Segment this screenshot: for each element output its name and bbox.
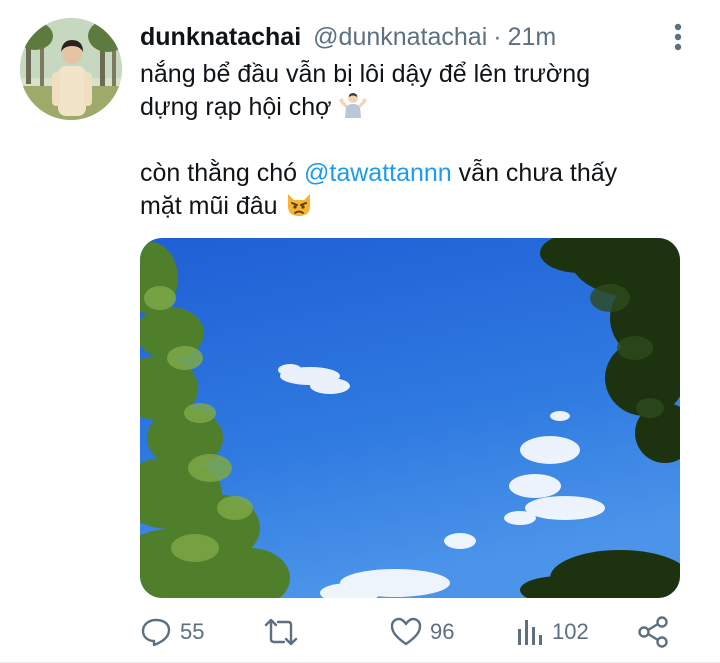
separator-dot: · xyxy=(493,22,502,51)
pouting-cat-icon xyxy=(285,190,313,218)
retweet-icon xyxy=(264,618,298,646)
person-shrugging-icon xyxy=(339,91,367,119)
views-button[interactable]: 102 xyxy=(516,612,589,652)
tweet-text: nắng bể đầu vẫn bị lôi dậy để lên trường… xyxy=(140,58,700,223)
timestamp[interactable]: 21m xyxy=(508,23,557,52)
analytics-icon xyxy=(518,620,542,645)
avatar[interactable] xyxy=(20,18,122,120)
like-button[interactable]: 96 xyxy=(390,612,454,652)
tweet-photo[interactable] xyxy=(140,238,680,598)
tweet-text-fragment: mặt mũi đâu xyxy=(140,192,278,220)
share-button[interactable] xyxy=(636,612,678,652)
reply-count: 55 xyxy=(180,619,205,644)
mention-link[interactable]: @tawattannn xyxy=(304,159,452,187)
tweet-text-line: còn thằng chó @tawattannn vẫn chưa thấy xyxy=(140,157,700,190)
tweet-text-line: nắng bể đầu vẫn bị lôi dậy để lên trường xyxy=(140,60,591,88)
heart-icon xyxy=(390,617,422,646)
reply-button[interactable]: 55 xyxy=(140,612,204,652)
tweet-text-fragment: vẫn chưa thấy xyxy=(451,159,618,187)
user-handle[interactable]: @dunknatachai xyxy=(313,23,487,52)
tweet-text-line: dựng rạp hội chợ xyxy=(140,91,700,124)
reply-icon xyxy=(141,618,171,647)
tweet-text-line: mặt mũi đâu xyxy=(140,190,700,223)
views-count: 102 xyxy=(552,619,589,644)
share-icon xyxy=(638,616,668,648)
more-options-icon[interactable] xyxy=(668,22,688,52)
retweet-button[interactable] xyxy=(262,612,308,652)
display-name[interactable]: dunknatachai xyxy=(140,23,301,52)
tweet-text-fragment: dựng rạp hội chợ xyxy=(140,93,332,121)
tweet-header: dunknatachai @dunknatachai · 21m xyxy=(140,20,556,54)
tweet-actions: 55 96 102 xyxy=(140,612,680,652)
tweet-text-fragment: còn thằng chó xyxy=(140,159,305,187)
like-count: 96 xyxy=(430,619,455,644)
tweet[interactable]: dunknatachai @dunknatachai · 21m nắng bể… xyxy=(0,0,720,663)
